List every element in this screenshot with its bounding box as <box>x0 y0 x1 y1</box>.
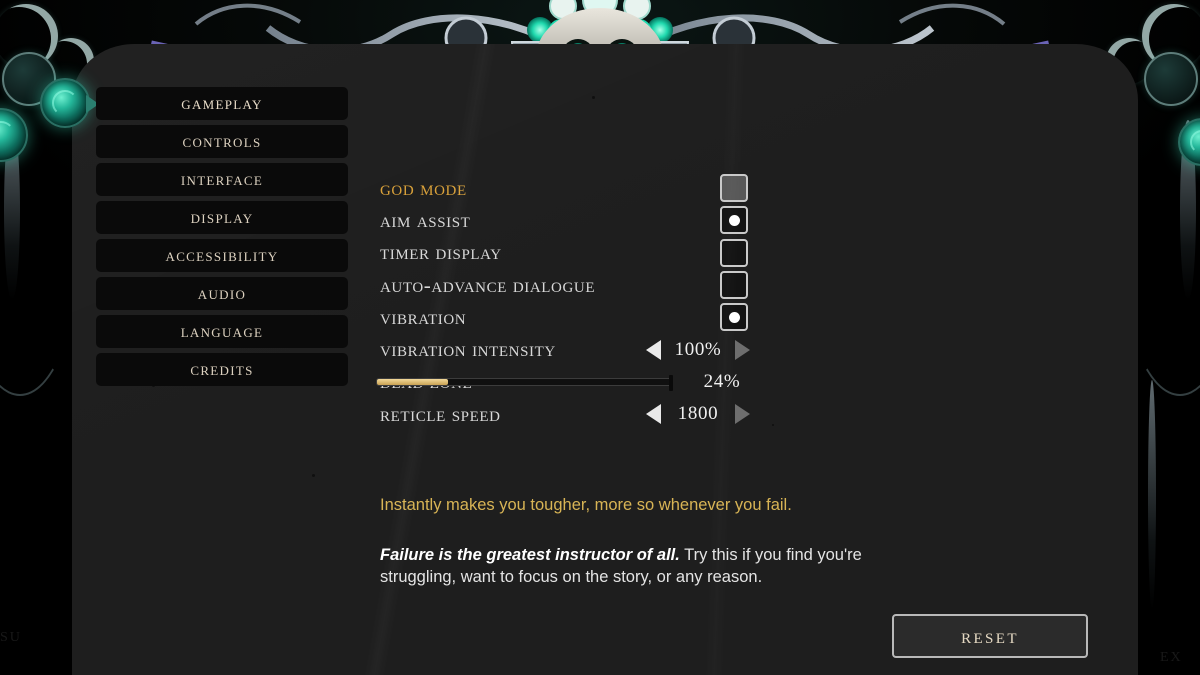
description-primary: Instantly makes you tougher, more so whe… <box>380 496 792 514</box>
sidebar-item-credits[interactable]: Credits <box>96 353 348 386</box>
sidebar-item-label: Gameplay <box>181 92 263 114</box>
settings-nav-sidebar: Gameplay Controls Interface Display Accessib… <box>40 78 348 391</box>
checkbox-dot <box>728 214 740 226</box>
setting-control <box>720 206 1000 235</box>
setting-control <box>720 303 1000 332</box>
stepper-increment-arrow-icon[interactable] <box>735 404 750 425</box>
setting-row[interactable]: Vibration <box>380 301 1000 333</box>
slider-end-cap <box>669 374 673 391</box>
setting-label: Vibration <box>380 304 467 329</box>
setting-label: Vibration Intensity <box>380 337 556 362</box>
sidebar-item-accessibility[interactable]: Accessibility <box>96 239 348 272</box>
nav-selection-indicator <box>40 78 99 128</box>
game-settings-screen: Su Ex Gameplay Controls Interface Display Ac… <box>0 0 1200 675</box>
stepper-value: 100% <box>674 338 722 360</box>
stepper-increment-arrow-icon[interactable] <box>735 339 750 360</box>
slider-value: 24% <box>703 370 741 392</box>
description-body: Failure is the greatest instructor of al… <box>380 545 900 589</box>
setting-control: 1800 <box>646 403 1000 425</box>
settings-list: God Mode Aim Assist Timer Display Auto-Adva… <box>376 172 1000 430</box>
sidebar-item-controls[interactable]: Controls <box>96 125 348 158</box>
setting-row[interactable]: Auto-Advance Dialogue <box>380 269 1000 301</box>
checkbox-toggle[interactable] <box>720 238 748 267</box>
setting-row[interactable]: Vibration Intensity 100% <box>380 333 1000 365</box>
sidebar-item-label: Language <box>180 320 264 342</box>
tendril-decoration <box>1180 120 1196 300</box>
setting-label: Aim Assist <box>380 207 471 232</box>
reset-button[interactable]: Reset <box>892 614 1088 658</box>
tendril-decoration <box>1148 380 1156 610</box>
setting-control <box>720 271 1000 300</box>
selection-gem-icon <box>40 78 90 128</box>
sidebar-item-label: Interface <box>180 168 264 190</box>
background-text-left: Su <box>0 624 22 646</box>
stepper-decrement-arrow-icon[interactable] <box>646 404 661 425</box>
setting-label: Auto-Advance Dialogue <box>380 272 596 297</box>
sidebar-item-language[interactable]: Language <box>96 315 348 348</box>
stepper-control: 100% <box>646 339 750 361</box>
gem-decoration <box>0 108 28 162</box>
setting-row[interactable]: Aim Assist <box>380 204 1000 236</box>
setting-row[interactable]: Dead Zone24% <box>376 366 1000 398</box>
checkbox-toggle[interactable] <box>720 303 748 332</box>
setting-control <box>720 174 1000 203</box>
texture-speck <box>592 96 595 99</box>
setting-control: 24% <box>376 371 1000 393</box>
sidebar-item-interface[interactable]: Interface <box>96 163 348 196</box>
reset-button-label: Reset <box>961 623 1019 648</box>
setting-control: 100% <box>646 339 1000 361</box>
sidebar-item-label: Display <box>190 206 254 228</box>
setting-control <box>720 238 1000 267</box>
checkbox-toggle[interactable] <box>720 206 748 235</box>
setting-row[interactable]: Timer Display <box>380 237 1000 269</box>
setting-row[interactable]: God Mode <box>380 172 1000 204</box>
gem-decoration <box>1178 118 1200 166</box>
texture-speck <box>312 474 315 477</box>
sidebar-item-audio[interactable]: Audio <box>96 277 348 310</box>
sidebar-item-label: Credits <box>190 358 254 380</box>
stepper-decrement-arrow-icon[interactable] <box>646 339 661 360</box>
sidebar-item-label: Controls <box>182 130 262 152</box>
setting-description: Instantly makes you tougher, more so whe… <box>380 494 900 589</box>
slider-control: 24% <box>376 371 750 393</box>
slider-track[interactable] <box>376 374 673 391</box>
vine-decoration <box>0 96 80 396</box>
setting-row[interactable]: Reticle Speed 1800 <box>380 398 1000 430</box>
tendril-decoration <box>4 120 20 300</box>
checkbox-dot <box>728 311 740 323</box>
setting-label: Reticle Speed <box>380 401 501 426</box>
stepper-value: 1800 <box>677 403 719 425</box>
background-text-right: Ex <box>1160 644 1183 666</box>
stepper-control: 1800 <box>646 403 750 425</box>
checkbox-toggle[interactable] <box>720 174 748 203</box>
settings-panel: Gameplay Controls Interface Display Accessib… <box>40 44 1138 675</box>
sidebar-item-display[interactable]: Display <box>96 201 348 234</box>
slider-fill <box>377 378 448 385</box>
description-emphasis: Failure is the greatest instructor of al… <box>380 546 680 565</box>
sidebar-item-gameplay[interactable]: Gameplay <box>96 87 348 120</box>
sidebar-item-label: Audio <box>197 282 247 304</box>
setting-label: Timer Display <box>380 240 502 265</box>
checkbox-toggle[interactable] <box>720 271 748 300</box>
sidebar-item-label: Accessibility <box>165 244 279 266</box>
setting-label: God Mode <box>380 175 467 200</box>
